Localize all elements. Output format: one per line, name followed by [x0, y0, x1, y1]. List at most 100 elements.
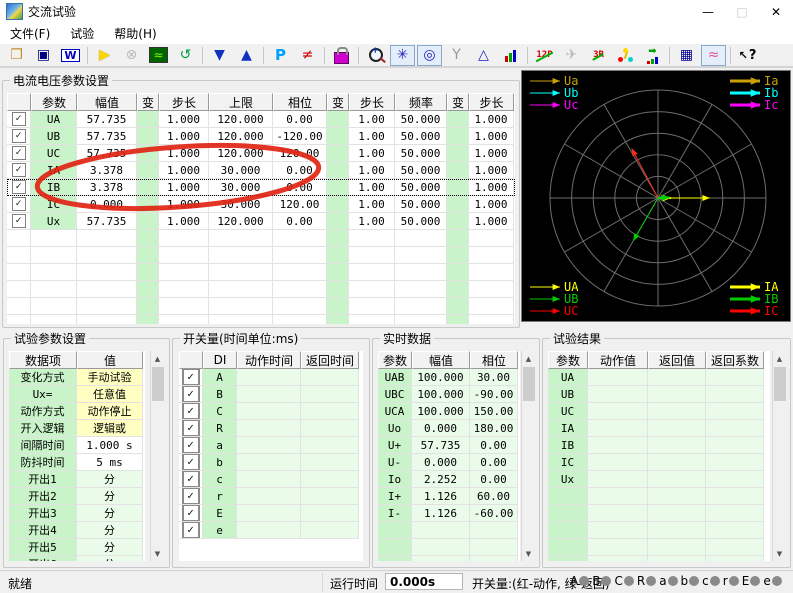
cell-step1[interactable]: 1.000: [159, 128, 209, 145]
cell-amp[interactable]: 57.735: [77, 111, 137, 128]
cell-step1[interactable]: 1.000: [159, 162, 209, 179]
checkbox[interactable]: ✓: [181, 437, 200, 453]
menu-item-1[interactable]: 试验: [60, 23, 104, 44]
cell-step2[interactable]: 1.00: [349, 213, 395, 230]
phase-button[interactable]: P: [268, 45, 293, 66]
cell-step3[interactable]: 1.000: [469, 128, 514, 145]
cell-freq[interactable]: 50.000: [395, 196, 447, 213]
cell-step1[interactable]: 1.000: [159, 145, 209, 162]
cell-step2[interactable]: 1.00: [349, 128, 395, 145]
scroll-thumb[interactable]: [152, 367, 164, 401]
cell-value[interactable]: 分: [77, 522, 143, 539]
cell-step2[interactable]: 1.00: [349, 145, 395, 162]
wye-button[interactable]: Y: [444, 45, 469, 66]
cell-value[interactable]: 分: [77, 556, 143, 561]
cell-step3[interactable]: 1.000: [469, 111, 514, 128]
cell-value[interactable]: 分: [77, 539, 143, 556]
checkbox[interactable]: ✓: [11, 163, 26, 177]
checkbox[interactable]: ✓: [181, 488, 200, 504]
phasor-balls-button[interactable]: [613, 45, 638, 66]
bar-chart-button[interactable]: [498, 45, 523, 66]
cell-amp[interactable]: 57.735: [77, 128, 137, 145]
cell-freq[interactable]: 50.000: [395, 111, 447, 128]
menu-item-0[interactable]: 文件(F): [0, 23, 60, 44]
fault-button[interactable]: ≠: [295, 45, 320, 66]
scroll-up-icon[interactable]: ▲: [773, 351, 786, 366]
cell-limit[interactable]: 120.000: [209, 128, 273, 145]
maximize-button[interactable]: □: [725, 0, 759, 23]
scroll-down-icon[interactable]: ▼: [773, 546, 786, 561]
cell-freq[interactable]: 50.000: [395, 213, 447, 230]
wave-small-button[interactable]: ≈: [701, 44, 726, 66]
checkbox[interactable]: ✓: [181, 505, 200, 521]
cell-phase[interactable]: 0.00: [273, 162, 327, 179]
cell-phase[interactable]: 0.00: [273, 111, 327, 128]
test-3r-button[interactable]: 3R: [586, 45, 611, 66]
checkbox[interactable]: ✓: [181, 369, 200, 385]
cell-value[interactable]: 动作停止: [77, 403, 143, 420]
cell-phase[interactable]: 120.00: [273, 145, 327, 162]
cell-step2[interactable]: 1.00: [349, 111, 395, 128]
cell-freq[interactable]: 50.000: [395, 145, 447, 162]
cell-limit[interactable]: 120.000: [209, 145, 273, 162]
export-report-button[interactable]: ➡: [640, 45, 665, 66]
cell-step2[interactable]: 1.00: [349, 162, 395, 179]
cell-step1[interactable]: 1.000: [159, 213, 209, 230]
cell-param[interactable]: IC: [31, 196, 77, 213]
zoom-button[interactable]: [363, 45, 388, 66]
cell-value[interactable]: 5 ms: [77, 454, 143, 471]
save-button[interactable]: ▣: [31, 45, 56, 66]
cell-step1[interactable]: 1.000: [159, 179, 209, 196]
scroll-up-icon[interactable]: ▲: [151, 351, 164, 366]
cell-value[interactable]: 1.000 s: [77, 437, 143, 454]
cell-step2[interactable]: 1.00: [349, 179, 395, 196]
waveform-display-button[interactable]: ≈: [146, 45, 171, 66]
delta-button[interactable]: △: [471, 45, 496, 66]
cell-limit[interactable]: 30.000: [209, 162, 273, 179]
cell-limit[interactable]: 120.000: [209, 213, 273, 230]
cell-freq[interactable]: 50.000: [395, 162, 447, 179]
cell-phase[interactable]: 120.00: [273, 196, 327, 213]
cell-step3[interactable]: 1.000: [469, 145, 514, 162]
cell-step1[interactable]: 1.000: [159, 196, 209, 213]
harmonic-button[interactable]: ◎: [417, 44, 442, 66]
cell-step1[interactable]: 1.000: [159, 111, 209, 128]
calculator-button[interactable]: ▦: [674, 45, 699, 66]
checkbox[interactable]: ✓: [11, 180, 26, 194]
cell-amp[interactable]: 3.378: [77, 179, 137, 196]
open-file-button[interactable]: ❐: [4, 45, 29, 66]
cell-value[interactable]: 逻辑或: [77, 420, 143, 437]
checkbox[interactable]: ✓: [181, 420, 200, 436]
cell-step3[interactable]: 1.000: [469, 179, 514, 196]
start-test-button[interactable]: ▶: [92, 45, 117, 66]
cell-limit[interactable]: 30.000: [209, 179, 273, 196]
fly-button[interactable]: ✈: [559, 45, 584, 66]
cell-param[interactable]: Ux: [31, 213, 77, 230]
cell-step3[interactable]: 1.000: [469, 162, 514, 179]
cell-phase[interactable]: 0.00: [273, 213, 327, 230]
cell-freq[interactable]: 50.000: [395, 179, 447, 196]
cell-param[interactable]: UA: [31, 111, 77, 128]
cell-step3[interactable]: 1.000: [469, 213, 514, 230]
checkbox[interactable]: ✓: [181, 522, 200, 538]
rays-button[interactable]: ✳: [390, 44, 415, 66]
step-up-button[interactable]: ▲: [234, 45, 259, 66]
realtime-scrollbar[interactable]: ▲ ▼: [521, 351, 535, 561]
scroll-down-icon[interactable]: ▼: [522, 546, 535, 561]
scroll-down-icon[interactable]: ▼: [151, 546, 164, 561]
checkbox[interactable]: ✓: [11, 129, 26, 143]
step-down-button[interactable]: ▼: [207, 45, 232, 66]
cell-value[interactable]: 任意值: [77, 386, 143, 403]
cell-amp[interactable]: 3.378: [77, 162, 137, 179]
checkbox[interactable]: ✓: [11, 146, 26, 160]
lock-button[interactable]: [329, 45, 354, 66]
minimize-button[interactable]: —: [691, 0, 725, 23]
export-word-button[interactable]: W: [58, 45, 83, 66]
scroll-thumb[interactable]: [774, 367, 786, 401]
scroll-thumb[interactable]: [523, 367, 535, 401]
cell-param[interactable]: IB: [31, 179, 77, 196]
cell-amp[interactable]: 0.000: [77, 196, 137, 213]
undo-button[interactable]: ↺: [173, 45, 198, 66]
checkbox[interactable]: ✓: [11, 214, 26, 228]
cell-value[interactable]: 手动试验: [77, 369, 143, 386]
